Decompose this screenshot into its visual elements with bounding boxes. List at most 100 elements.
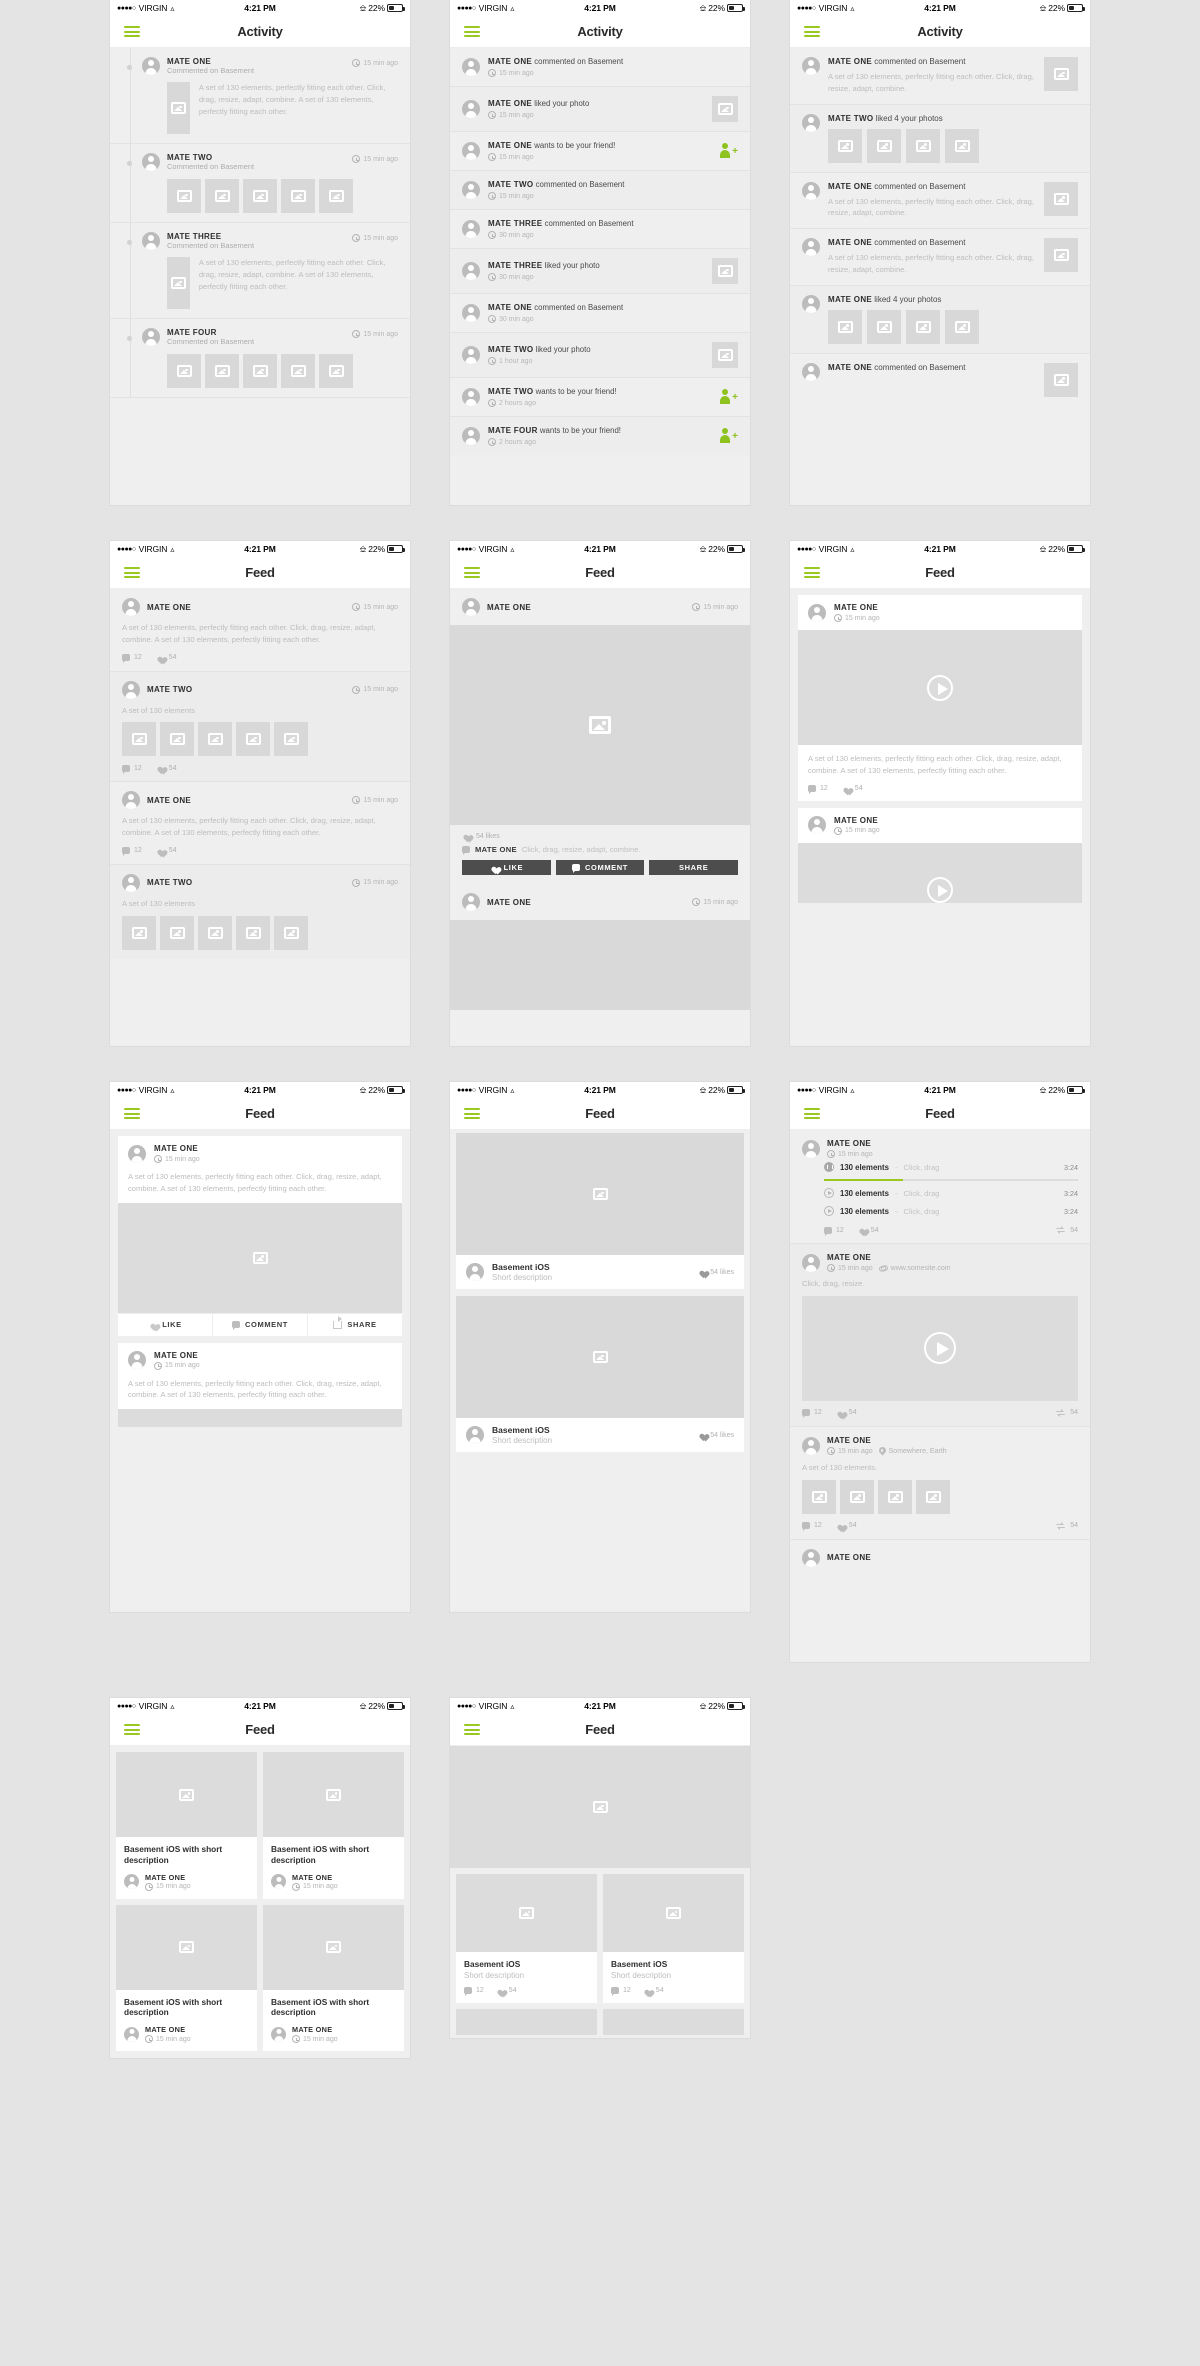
- list-item[interactable]: MATE TWO liked your photo 1 hour ago: [450, 333, 750, 377]
- feed-post[interactable]: MATE ONE 15 min ago A set of 130 element…: [110, 589, 410, 671]
- media-card[interactable]: Basement iOS Short description 54 likes: [456, 1133, 744, 1289]
- comment-count[interactable]: 12: [122, 654, 142, 664]
- comment-button[interactable]: COMMENT: [555, 860, 645, 875]
- card-photo[interactable]: [456, 2008, 597, 2035]
- thumbnail-strip[interactable]: [142, 354, 398, 388]
- post-video[interactable]: [802, 1295, 1078, 1401]
- thumbnail-strip[interactable]: [122, 915, 398, 950]
- feed-post[interactable]: MATE ONE 15 min ago Somewhere, Earth A s…: [790, 1426, 1090, 1539]
- add-friend-icon[interactable]: +: [720, 389, 738, 405]
- thumbnail[interactable]: [198, 722, 232, 757]
- post-photo[interactable]: [450, 625, 750, 825]
- like-count[interactable]: 54: [156, 654, 177, 662]
- play-icon[interactable]: [924, 1332, 956, 1365]
- menu-icon[interactable]: [464, 26, 480, 37]
- add-friend-icon[interactable]: +: [720, 428, 738, 444]
- thumbnail[interactable]: [319, 354, 353, 388]
- menu-icon[interactable]: [804, 567, 820, 578]
- feed-post[interactable]: MATE ONE 15 min ago A set of 130 element…: [798, 595, 1082, 801]
- like-count[interactable]: 54: [842, 785, 863, 793]
- grid-card-list[interactable]: Basement iOS with short description MATE…: [110, 1746, 410, 2058]
- list-item[interactable]: MATE THREE Commented on Basement 15 min …: [110, 223, 410, 318]
- comment-button[interactable]: COMMENT: [213, 1313, 308, 1336]
- card-photo[interactable]: [456, 1874, 597, 1952]
- activity-rich-list[interactable]: MATE ONE commented on Basement A set of …: [790, 48, 1090, 505]
- thumbnail[interactable]: [243, 179, 277, 213]
- share-count[interactable]: 54: [1055, 1226, 1078, 1234]
- thumbnail[interactable]: [198, 915, 232, 950]
- comment-count[interactable]: 12: [464, 1987, 484, 1997]
- feed-post[interactable]: MATE ONE 15 min ago: [798, 807, 1082, 903]
- menu-icon[interactable]: [124, 567, 140, 578]
- post-photo[interactable]: [118, 1409, 402, 1428]
- feed-post[interactable]: MATE TWO 15 min ago A set of 130 element…: [110, 864, 410, 959]
- comment-count[interactable]: 12: [122, 847, 142, 857]
- thumbnail[interactable]: [1044, 238, 1078, 273]
- grid-card[interactable]: Basement iOS with short description MATE…: [263, 1904, 404, 2052]
- list-item[interactable]: MATE ONE commented on Basement A set of …: [790, 48, 1090, 104]
- like-count[interactable]: 54: [858, 1226, 879, 1234]
- thumbnail[interactable]: [319, 179, 353, 213]
- card-photo[interactable]: [603, 1874, 744, 1952]
- menu-icon[interactable]: [124, 1108, 140, 1119]
- thumbnail[interactable]: [878, 1479, 912, 1514]
- thumbnail-strip[interactable]: [802, 1479, 1078, 1514]
- comment-count[interactable]: 12: [824, 1226, 844, 1236]
- feed-photo-list[interactable]: MATE ONE 15 min ago 54 likes MATE ONE Cl…: [450, 589, 750, 1046]
- post-photo[interactable]: [450, 920, 750, 1010]
- list-item[interactable]: MATE THREE commented on Basement 30 min …: [450, 210, 750, 248]
- thumbnail[interactable]: [160, 722, 194, 757]
- menu-icon[interactable]: [124, 26, 140, 37]
- thumbnail[interactable]: [712, 342, 738, 368]
- grid-card[interactable]: Basement iOS Short description 12 54: [456, 1874, 597, 2003]
- thumbnail[interactable]: [867, 309, 901, 344]
- play-icon[interactable]: [927, 876, 953, 903]
- thumbnail[interactable]: [1044, 181, 1078, 216]
- like-count[interactable]: 54: [496, 1987, 517, 1995]
- thumbnail[interactable]: [274, 722, 308, 757]
- card-photo[interactable]: [456, 1133, 744, 1255]
- like-count[interactable]: 54 likes: [697, 1431, 734, 1439]
- thumbnail[interactable]: [906, 128, 940, 163]
- card-photo[interactable]: [263, 1904, 404, 1990]
- feed-card-list[interactable]: MATE ONE 15 min ago A set of 130 element…: [110, 1130, 410, 1612]
- list-item[interactable]: MATE TWO Commented on Basement 15 min ag…: [110, 144, 410, 222]
- like-count[interactable]: 54: [836, 1522, 857, 1530]
- card-photo[interactable]: [116, 1904, 257, 1990]
- thumbnail[interactable]: [828, 309, 862, 344]
- menu-icon[interactable]: [804, 1108, 820, 1119]
- thumbnail[interactable]: [906, 309, 940, 344]
- thumbnail-strip[interactable]: [828, 309, 1078, 344]
- hero-photo[interactable]: [450, 1746, 750, 1868]
- like-button[interactable]: LIKE: [462, 860, 551, 875]
- play-icon[interactable]: [824, 1206, 834, 1216]
- pause-icon[interactable]: [824, 1162, 834, 1172]
- thumbnail-strip[interactable]: [142, 179, 398, 213]
- thumbnail-strip[interactable]: [122, 722, 398, 757]
- feed-post[interactable]: MATE ONE: [790, 1539, 1090, 1576]
- thumbnail[interactable]: [160, 915, 194, 950]
- thumbnail[interactable]: [712, 258, 738, 284]
- activity-compact-list[interactable]: MATE ONE commented on Basement 15 min ag…: [450, 48, 750, 505]
- like-count[interactable]: 54: [643, 1987, 664, 1995]
- feed-post[interactable]: MATE ONE 15 min ago A set of 130 element…: [118, 1136, 402, 1336]
- progress-bar[interactable]: [824, 1179, 1078, 1181]
- thumbnail[interactable]: [916, 1479, 950, 1514]
- share-button[interactable]: SHARE: [649, 860, 739, 875]
- grid-card[interactable]: Basement iOS with short description MATE…: [263, 1752, 404, 1899]
- list-item[interactable]: MATE ONE commented on Basement 30 min ag…: [450, 294, 750, 332]
- thumbnail[interactable]: [205, 179, 239, 213]
- grid-card[interactable]: Basement iOS Short description 12 54: [603, 1874, 744, 2003]
- thumbnail[interactable]: [867, 128, 901, 163]
- card-photo[interactable]: [603, 2008, 744, 2035]
- comment-count[interactable]: 12: [611, 1987, 631, 1997]
- like-count[interactable]: 54 likes: [697, 1268, 734, 1276]
- list-item[interactable]: MATE FOUR Commented on Basement 15 min a…: [110, 319, 410, 397]
- media-card[interactable]: Basement iOS Short description 54 likes: [456, 1296, 744, 1452]
- list-item[interactable]: MATE ONE commented on Basement: [790, 353, 1090, 406]
- feed-post[interactable]: MATE ONE 15 min ago A set of 130 element…: [110, 782, 410, 864]
- thumbnail[interactable]: [802, 1479, 836, 1514]
- post-location[interactable]: Somewhere, Earth: [879, 1447, 947, 1456]
- thumbnail[interactable]: [840, 1479, 874, 1514]
- thumbnail[interactable]: [945, 128, 979, 163]
